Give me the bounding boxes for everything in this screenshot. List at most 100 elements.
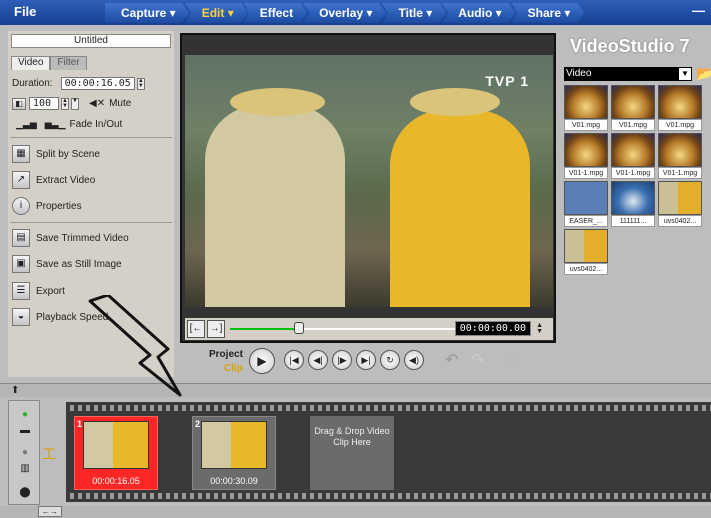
volume-field[interactable]: 100 bbox=[29, 97, 59, 110]
extract-video-label: Extract Video bbox=[36, 174, 96, 186]
timeline-clip-2[interactable]: 2 00:00:30.09 bbox=[192, 416, 276, 490]
previous-frame-button[interactable]: ◀| bbox=[308, 350, 328, 370]
preview-timecode[interactable]: 00:00:00.00 bbox=[454, 321, 531, 336]
save-trimmed-video-button[interactable]: ▤ Save Trimmed Video bbox=[12, 229, 129, 247]
scrub-handle[interactable] bbox=[294, 322, 304, 334]
storyboard-view-icon[interactable]: ● bbox=[17, 407, 33, 423]
thumbnail-label: V01.mpg bbox=[564, 119, 608, 131]
step-edit[interactable]: Edit ▾ bbox=[185, 3, 248, 23]
repeat-button[interactable]: ↻ bbox=[380, 350, 400, 370]
library-thumbnail[interactable]: V01-1.mpg bbox=[611, 133, 655, 179]
play-button[interactable]: ▶ bbox=[249, 348, 275, 374]
timeline-expand-icon[interactable]: ⬆ bbox=[11, 385, 19, 396]
volume-button[interactable]: ◀) bbox=[404, 350, 424, 370]
export-button[interactable]: ☰ Export bbox=[12, 282, 65, 300]
tab-video[interactable]: Video bbox=[11, 56, 51, 70]
project-title: Untitled bbox=[11, 34, 171, 48]
film-perforation bbox=[66, 493, 711, 499]
step-effect[interactable]: Effect bbox=[243, 3, 308, 23]
step-audio[interactable]: Audio ▾ bbox=[442, 3, 516, 23]
playback-controls: Project Clip ▶ |◀ ◀| |▶ ▶| ↻ ◀) ↶ ↷ ✂ bbox=[180, 345, 560, 380]
clip-duration: 00:00:16.05 bbox=[92, 476, 140, 486]
thumbnail-label: V01.mpg bbox=[658, 119, 702, 131]
farmer-figure bbox=[205, 105, 345, 307]
undo-icon[interactable]: ↶ bbox=[445, 350, 458, 370]
thumbnail-label: uvs0402... bbox=[658, 215, 702, 227]
timecode-spinner[interactable]: ▲ ▼ bbox=[536, 322, 543, 335]
fade-in-icon[interactable]: ▁▃▅ bbox=[16, 119, 37, 130]
scissors-icon[interactable]: ✂ bbox=[504, 350, 517, 370]
split-by-scene-button[interactable]: ▦ Split by Scene bbox=[12, 145, 100, 163]
home-button[interactable]: |◀ bbox=[284, 350, 304, 370]
mute-icon[interactable]: ◀✕ bbox=[89, 98, 105, 109]
export-label: Export bbox=[36, 285, 65, 297]
audio-view-icon[interactable]: ▥ bbox=[17, 461, 33, 477]
project-mode-label[interactable]: Project bbox=[209, 349, 243, 360]
divider bbox=[10, 222, 172, 223]
timeline-mode-buttons: ● ▬ ● ▥ ⬤ bbox=[8, 400, 40, 505]
scrub-slider[interactable] bbox=[230, 322, 460, 334]
duration-field[interactable]: 00:00:16.05 bbox=[60, 77, 135, 90]
volume-spinner[interactable]: ▲ ▼ bbox=[61, 97, 69, 110]
save-still-image-button[interactable]: ▣ Save as Still Image bbox=[12, 255, 122, 273]
thumbnail-image bbox=[564, 133, 608, 167]
minimize-button[interactable]: — bbox=[692, 3, 705, 18]
next-frame-button[interactable]: |▶ bbox=[332, 350, 352, 370]
properties-button[interactable]: i Properties bbox=[12, 197, 82, 215]
step-share[interactable]: Share ▾ bbox=[511, 3, 585, 23]
timeline-view-icon[interactable]: ● bbox=[17, 445, 33, 461]
timeline-clip-1[interactable]: 1 00:00:16.05 bbox=[74, 416, 158, 490]
clip-mode-label[interactable]: Clip bbox=[224, 363, 243, 374]
step-tabs: Capture ▾ Edit ▾ Effect Overlay ▾ Title … bbox=[105, 3, 585, 23]
extract-video-button[interactable]: ↗ Extract Video bbox=[12, 171, 95, 189]
library-panel: VideoStudio 7 Video ▼ 📂 V01.mpg V01.mpg V0… bbox=[562, 31, 711, 381]
library-thumbnail[interactable]: V01.mpg bbox=[658, 85, 702, 131]
clip-thumbnail bbox=[83, 421, 149, 469]
thumbnail-label: V01.mpg bbox=[611, 119, 655, 131]
storyboard-track: 1 00:00:16.05 2 00:00:30.09 Drag & Drop … bbox=[66, 402, 711, 502]
fade-out-icon[interactable]: ▅▃▁ bbox=[45, 119, 66, 130]
clip-duration: 00:00:30.09 bbox=[210, 476, 258, 486]
thumbnail-image bbox=[564, 85, 608, 119]
step-overlay[interactable]: Overlay ▾ bbox=[303, 3, 387, 23]
library-thumbnail[interactable]: 111111... bbox=[611, 181, 655, 227]
drop-zone[interactable]: Drag & Drop Video Clip Here bbox=[310, 416, 394, 490]
folder-icon[interactable]: 📂 bbox=[696, 65, 711, 81]
library-thumbnail[interactable]: uvs0402... bbox=[658, 181, 702, 227]
library-thumbnail[interactable]: V01-1.mpg bbox=[564, 133, 608, 179]
export-icon: ☰ bbox=[12, 282, 30, 300]
library-category-select[interactable]: Video ▼ bbox=[564, 67, 692, 81]
timeline-marker-icon: 工 bbox=[42, 446, 56, 462]
thumbnail-label: V01-1.mpg bbox=[564, 167, 608, 179]
clip-number: 1 bbox=[77, 419, 83, 429]
timeline-scroll-arrows[interactable]: ←→ bbox=[38, 506, 62, 517]
library-thumbnails: V01.mpg V01.mpg V01.mpg V01-1.mpg V01-1.mpg V… bbox=[564, 85, 709, 275]
library-thumbnail[interactable]: V01-1.mpg bbox=[658, 133, 702, 179]
library-thumbnail[interactable]: V01.mpg bbox=[564, 85, 608, 131]
film-perforation bbox=[66, 405, 711, 411]
library-thumbnail[interactable]: EASER_... bbox=[564, 181, 608, 227]
clip-thumbnail bbox=[201, 421, 267, 469]
preview-window: TVP 1 [← →] 00:00:00.00 ▲ ▼ bbox=[180, 33, 556, 343]
redo-icon[interactable]: ↷ bbox=[471, 350, 484, 370]
volume-icon: ◧ bbox=[12, 97, 26, 110]
duration-spinner[interactable]: ▲ ▼ bbox=[136, 77, 145, 90]
library-thumbnail[interactable]: uvs0402... bbox=[564, 229, 608, 275]
split-by-scene-label: Split by Scene bbox=[36, 148, 100, 160]
mark-out-button[interactable]: →] bbox=[207, 320, 225, 338]
thumbnail-image bbox=[658, 85, 702, 119]
library-thumbnail[interactable]: V01.mpg bbox=[611, 85, 655, 131]
step-capture[interactable]: Capture ▾ bbox=[105, 3, 190, 23]
tab-filter[interactable]: Filter bbox=[50, 56, 87, 70]
file-menu[interactable]: File bbox=[14, 4, 36, 19]
end-button[interactable]: ▶| bbox=[356, 350, 376, 370]
chevron-down-icon[interactable]: ▼ bbox=[679, 68, 691, 80]
clip-number: 2 bbox=[195, 419, 201, 429]
thumbnail-label: V01-1.mpg bbox=[611, 167, 655, 179]
step-title[interactable]: Title ▾ bbox=[382, 3, 447, 23]
options-tabs: Video Filter bbox=[11, 56, 87, 70]
thumbnail-image bbox=[658, 181, 702, 215]
open-folder-icon[interactable]: ⬤ bbox=[17, 485, 33, 501]
volume-dropdown[interactable]: ▼ bbox=[71, 97, 79, 110]
library-category-value: Video bbox=[566, 68, 592, 79]
